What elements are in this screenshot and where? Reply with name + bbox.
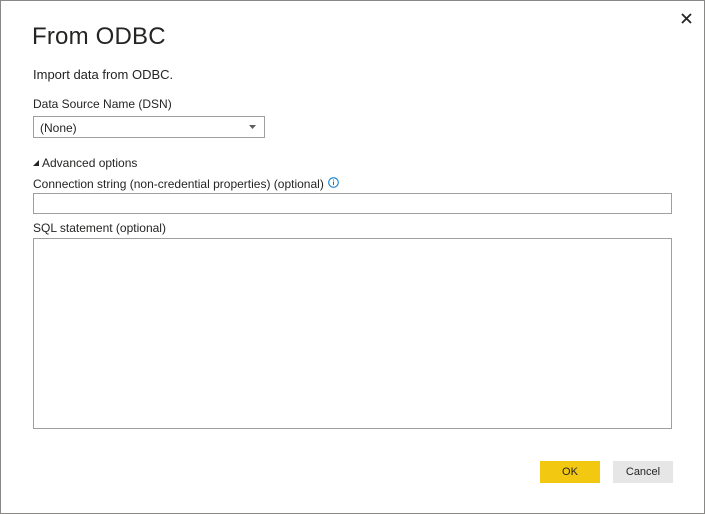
dsn-selected-value: (None) xyxy=(40,121,77,135)
dsn-label: Data Source Name (DSN) xyxy=(33,97,172,111)
expanded-triangle-icon xyxy=(33,160,39,166)
connection-string-label: Connection string (non-credential proper… xyxy=(33,177,324,191)
ok-button[interactable]: OK xyxy=(540,461,600,483)
sql-statement-textarea[interactable] xyxy=(33,238,672,429)
dialog-subtitle: Import data from ODBC. xyxy=(33,67,174,82)
cancel-button[interactable]: Cancel xyxy=(613,461,673,483)
dialog-title: From ODBC xyxy=(32,23,166,50)
connection-string-label-row: Connection string (non-credential proper… xyxy=(33,177,339,191)
advanced-options-toggle[interactable]: Advanced options xyxy=(33,156,137,170)
advanced-options-label: Advanced options xyxy=(42,156,138,170)
close-button[interactable] xyxy=(675,7,697,29)
dsn-select[interactable]: (None) xyxy=(33,116,265,138)
sql-statement-label: SQL statement (optional) xyxy=(33,221,166,235)
odbc-dialog: From ODBC Import data from ODBC. Data So… xyxy=(0,0,705,514)
info-icon[interactable] xyxy=(328,177,339,191)
close-icon xyxy=(680,12,692,24)
connection-string-input[interactable] xyxy=(33,193,672,214)
chevron-down-icon xyxy=(249,125,256,129)
